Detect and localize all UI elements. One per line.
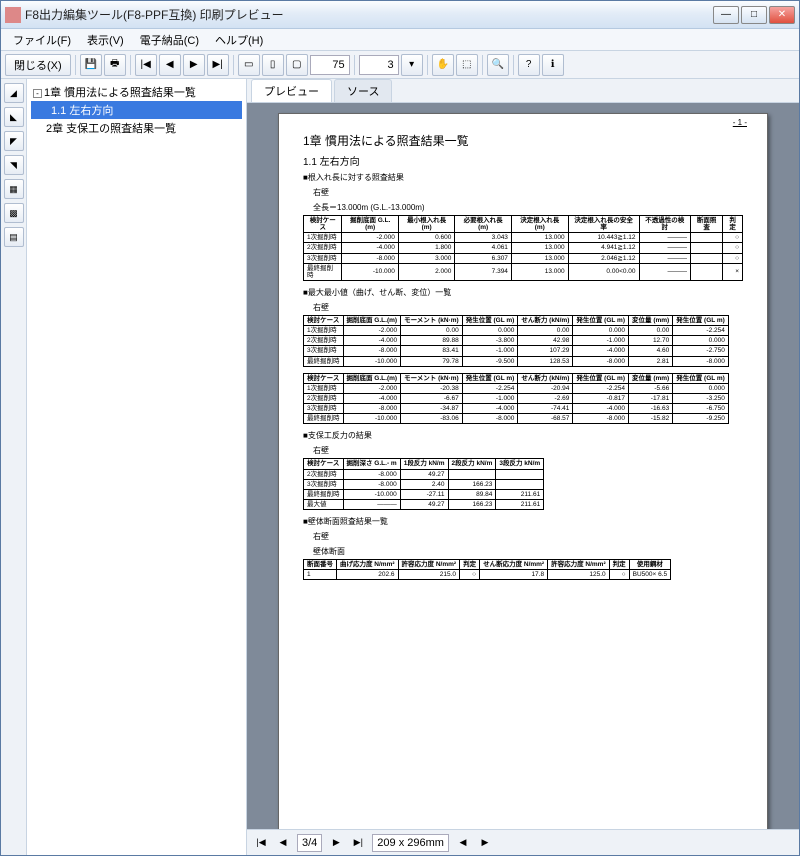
vtool-5-icon[interactable]: ▦ [4, 179, 24, 199]
page: - 1 - 1章 慣用法による照査結果一覧 1.1 左右方向 ■根入れ長に対する… [278, 113, 768, 829]
toolbar: 閉じる(X) 💾 🖶 |◀ ◀ ▶ ▶| ▭ ▯ ▢ ▾ ✋ ⬚ 🔍 ? ℹ [1, 51, 799, 79]
tree-node-ch1[interactable]: -1章 慣用法による照査結果一覧 [31, 83, 242, 101]
menu-deliver[interactable]: 電子納品(C) [132, 30, 207, 50]
menubar: ファイル(F) 表示(V) 電子納品(C) ヘルプ(H) [1, 29, 799, 51]
last-page-icon[interactable]: ▶| [207, 54, 229, 76]
vtool-7-icon[interactable]: ▤ [4, 227, 24, 247]
vtool-3-icon[interactable]: ◤ [4, 131, 24, 151]
tab-bar: プレビュー ソース [247, 79, 799, 103]
collapse-icon[interactable]: - [33, 89, 42, 98]
zoom-page-icon[interactable]: ▢ [286, 54, 308, 76]
first-page-icon[interactable]: |◀ [135, 54, 157, 76]
table-neire: 検討ケース掘削底面 G.L.(m)最小根入れ長 (m)必要根入れ長 (m)決定根… [303, 215, 743, 281]
window-controls: — □ ✕ [713, 6, 795, 24]
tree-label: 1章 慣用法による照査結果一覧 [44, 87, 196, 99]
nav-last-icon[interactable]: ▶| [350, 835, 366, 851]
dropdown-icon[interactable]: ▾ [401, 54, 423, 76]
section-1: ■根入れ長に対する照査結果 [303, 172, 743, 183]
menu-view[interactable]: 表示(V) [79, 30, 132, 50]
menu-file[interactable]: ファイル(F) [5, 30, 79, 50]
preview-panel: プレビュー ソース - 1 - 1章 慣用法による照査結果一覧 1.1 左右方向… [247, 79, 799, 855]
zoom-field[interactable] [310, 55, 350, 75]
zoom-fit-icon[interactable]: ▭ [238, 54, 260, 76]
app-icon [5, 7, 21, 23]
window-title: F8出力編集ツール(F8-PPF互換) 印刷プレビュー [25, 6, 713, 23]
separator [482, 55, 483, 75]
status-page: 3/4 [297, 834, 322, 852]
zoom-width-icon[interactable]: ▯ [262, 54, 284, 76]
content-area: ◢ ◣ ◤ ◥ ▦ ▩ ▤ -1章 慣用法による照査結果一覧 1.1 左右方向 … [1, 79, 799, 855]
section-4b: 壁体断面 [313, 546, 743, 557]
help-icon[interactable]: ? [518, 54, 540, 76]
print-icon[interactable]: 🖶 [104, 54, 126, 76]
close-preview-button[interactable]: 閉じる(X) [5, 54, 71, 76]
separator [75, 55, 76, 75]
info-icon[interactable]: ℹ [542, 54, 564, 76]
separator [513, 55, 514, 75]
nav-next-icon[interactable]: ▶ [328, 835, 344, 851]
page-h1: 1章 慣用法による照査結果一覧 [303, 132, 743, 149]
section-1b: 全長＝13.000m (G.L.-13.000m) [313, 202, 743, 213]
close-button[interactable]: ✕ [769, 6, 795, 24]
section-2: ■最大最小値（曲げ、せん断、変位）一覧 [303, 287, 743, 298]
vertical-toolbar: ◢ ◣ ◤ ◥ ▦ ▩ ▤ [1, 79, 27, 855]
section-2a: 右壁 [313, 302, 743, 313]
tree-label: 2章 支保工の照査結果一覧 [46, 123, 176, 135]
nav-prev-icon[interactable]: ◀ [275, 835, 291, 851]
page-combo[interactable] [359, 55, 399, 75]
next-page-icon[interactable]: ▶ [183, 54, 205, 76]
page-h2: 1.1 左右方向 [303, 153, 743, 168]
nav-left-icon[interactable]: ◀ [455, 835, 471, 851]
titlebar: F8出力編集ツール(F8-PPF互換) 印刷プレビュー — □ ✕ [1, 1, 799, 29]
vtool-2-icon[interactable]: ◣ [4, 107, 24, 127]
tab-source[interactable]: ソース [334, 79, 392, 102]
vtool-4-icon[interactable]: ◥ [4, 155, 24, 175]
tab-preview[interactable]: プレビュー [251, 79, 332, 102]
vtool-6-icon[interactable]: ▩ [4, 203, 24, 223]
status-size: 209 x 296mm [372, 834, 449, 852]
hand-icon[interactable]: ✋ [432, 54, 454, 76]
section-3a: 右壁 [313, 445, 743, 456]
separator [233, 55, 234, 75]
tree-node-ch1-1[interactable]: 1.1 左右方向 [31, 101, 242, 119]
section-3: ■支保工反力の結果 [303, 430, 743, 441]
minimize-button[interactable]: — [713, 6, 739, 24]
menu-help[interactable]: ヘルプ(H) [207, 30, 271, 50]
section-4a: 右壁 [313, 531, 743, 542]
table-reaction: 検討ケース掘削深さ G.L.- m1段反力 kN/m2段反力 kN/m3段反力 … [303, 458, 544, 510]
maximize-button[interactable]: □ [741, 6, 767, 24]
page-viewport[interactable]: - 1 - 1章 慣用法による照査結果一覧 1.1 左右方向 ■根入れ長に対する… [247, 103, 799, 829]
prev-page-icon[interactable]: ◀ [159, 54, 181, 76]
nav-first-icon[interactable]: |◀ [253, 835, 269, 851]
page-number: - 1 - [733, 118, 747, 127]
nav-right-icon[interactable]: ▶ [477, 835, 493, 851]
app-window: F8出力編集ツール(F8-PPF互換) 印刷プレビュー — □ ✕ ファイル(F… [0, 0, 800, 856]
find-icon[interactable]: 🔍 [487, 54, 509, 76]
section-4: ■壁体断面照査結果一覧 [303, 516, 743, 527]
select-icon[interactable]: ⬚ [456, 54, 478, 76]
separator [130, 55, 131, 75]
table-min: 検討ケース掘削底面 G.L.(m)モーメント (kN·m)発生位置 (GL m)… [303, 373, 729, 425]
table-max: 検討ケース掘削底面 G.L.(m)モーメント (kN·m)発生位置 (GL m)… [303, 315, 729, 367]
tree-node-ch2[interactable]: 2章 支保工の照査結果一覧 [31, 119, 242, 137]
save-icon[interactable]: 💾 [80, 54, 102, 76]
tree-panel: -1章 慣用法による照査結果一覧 1.1 左右方向 2章 支保工の照査結果一覧 [27, 79, 247, 855]
statusbar: |◀ ◀ 3/4 ▶ ▶| 209 x 296mm ◀ ▶ [247, 829, 799, 855]
section-1a: 右壁 [313, 187, 743, 198]
table-section: 断面番号曲げ応力度 N/mm²許容応力度 N/mm²判定せん断応力度 N/mm²… [303, 559, 671, 580]
separator [427, 55, 428, 75]
separator [354, 55, 355, 75]
vtool-1-icon[interactable]: ◢ [4, 83, 24, 103]
